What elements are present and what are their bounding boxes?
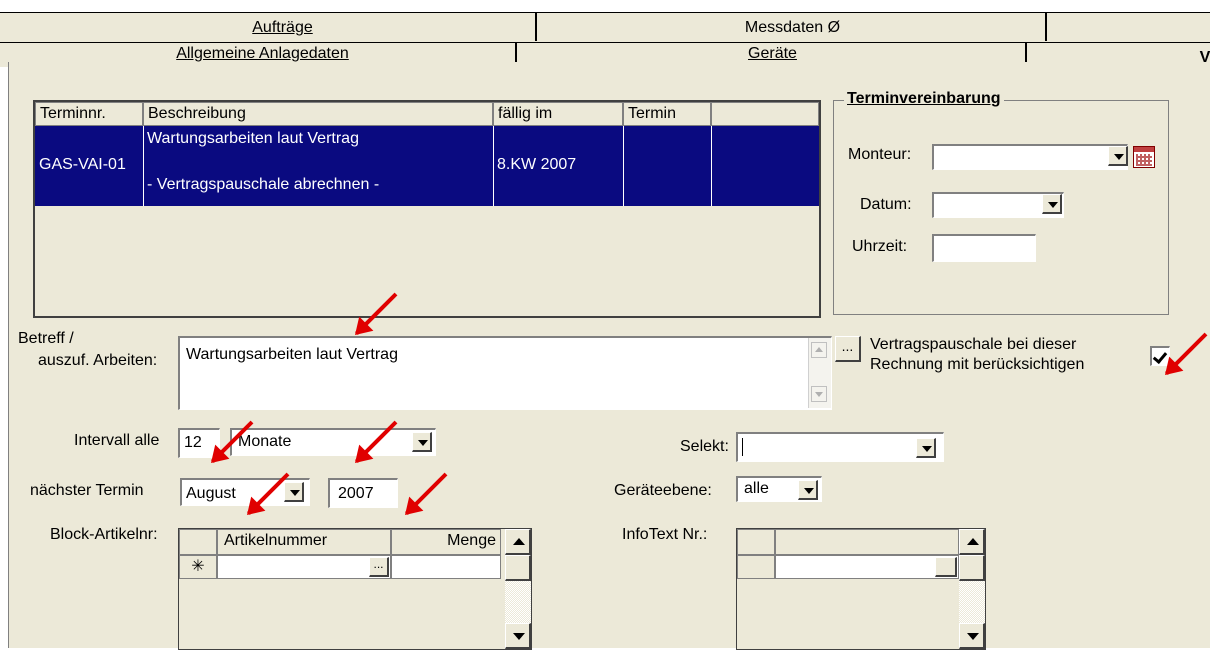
- artikelnummer-cell[interactable]: ...: [217, 555, 391, 579]
- vertragspauschale-label-line2: Rechnung mit berücksichtigen: [870, 356, 1085, 373]
- betreff-label-line1: Betreff /: [18, 330, 74, 347]
- scroll-up-icon[interactable]: [505, 529, 531, 555]
- betreff-textarea[interactable]: Wartungsarbeiten laut Vertrag: [178, 336, 832, 410]
- scroll-thumb[interactable]: [959, 555, 985, 581]
- naechster-termin-year-input[interactable]: 2007: [328, 478, 398, 508]
- intervall-unit-select[interactable]: Monate: [230, 428, 436, 456]
- cell-terminnr: GAS-VAI-01: [39, 156, 126, 173]
- tab-divider: [535, 13, 537, 41]
- uhrzeit-label: Uhrzeit:: [852, 238, 908, 255]
- tab-messdaten[interactable]: Messdaten Ø: [540, 15, 1045, 41]
- tab-strip-top: Aufträge Messdaten Ø: [0, 12, 1210, 43]
- selekt-label: Selekt:: [680, 438, 729, 455]
- col-faellig[interactable]: fällig im: [493, 102, 623, 126]
- scroll-thumb[interactable]: [505, 555, 531, 581]
- datum-dropdown-button[interactable]: [1042, 194, 1062, 214]
- geraeteebene-value: alle: [744, 480, 769, 497]
- terminvereinbarung-title: Terminvereinbarung: [844, 90, 1004, 108]
- tab-label: Messdaten Ø: [744, 19, 841, 36]
- selekt-dropdown-button[interactable]: [916, 438, 936, 458]
- intervall-value: 12: [184, 434, 202, 451]
- tab-label: Allgemeine Anlagedaten: [176, 45, 349, 62]
- artikel-ellipsis-button[interactable]: ...: [369, 557, 389, 577]
- scroll-down-icon[interactable]: [959, 623, 985, 649]
- betreff-ellipsis-button[interactable]: ...: [835, 336, 861, 362]
- geraeteebene-dropdown-button[interactable]: [798, 480, 818, 500]
- cell-divider: [623, 126, 624, 206]
- month-dropdown-button[interactable]: [284, 482, 304, 502]
- col-menge[interactable]: Menge: [391, 529, 501, 555]
- block-artikel-grid[interactable]: Artikelnummer Menge ✳ ...: [178, 528, 532, 650]
- vertragspauschale-label-line1: Vertragspauschale bei dieser: [870, 336, 1077, 353]
- new-row-marker-icon: ✳: [179, 555, 217, 579]
- cell-beschreibung-line1: Wartungsarbeiten laut Vertrag: [147, 130, 359, 147]
- infotext-cell[interactable]: [775, 555, 959, 579]
- selekt-select[interactable]: [736, 432, 944, 462]
- col-blank: [711, 102, 819, 126]
- col-termin[interactable]: Termin: [623, 102, 711, 126]
- intervall-unit-value: Monate: [238, 433, 292, 450]
- betreff-scrollbar[interactable]: [808, 338, 831, 408]
- scroll-down-icon[interactable]: [505, 623, 531, 649]
- betreff-label-line2: auszuf. Arbeiten:: [38, 352, 158, 369]
- table-row[interactable]: GAS-VAI-01 Wartungsarbeiten laut Vertrag…: [35, 126, 819, 206]
- tab-label: Geräte: [748, 45, 797, 62]
- datum-label: Datum:: [860, 196, 912, 213]
- block-artikel-scrollbar[interactable]: [505, 529, 531, 649]
- uhrzeit-input[interactable]: [932, 234, 1036, 262]
- naechster-termin-label: nächster Termin: [30, 482, 144, 499]
- betreff-value: Wartungsarbeiten laut Vertrag: [186, 346, 398, 363]
- monteur-label: Monteur:: [848, 146, 912, 163]
- grid-corner: [737, 529, 775, 555]
- infotext-scrollbar[interactable]: [959, 529, 985, 649]
- infotext-label: InfoText Nr.:: [622, 526, 708, 543]
- infotext-header: [775, 529, 959, 555]
- block-artikel-label: Block-Artikelnr:: [50, 526, 158, 543]
- year-value: 2007: [338, 485, 374, 502]
- grid-corner: [179, 529, 217, 555]
- col-terminnr[interactable]: Terminnr.: [35, 102, 143, 126]
- cell-faellig: 8.KW 2007: [497, 156, 577, 173]
- scroll-up-icon[interactable]: [959, 529, 985, 555]
- tab-divider: [1045, 13, 1047, 41]
- menge-cell[interactable]: [391, 555, 501, 579]
- scroll-down-icon[interactable]: [811, 386, 827, 402]
- tab-label: Aufträge: [252, 19, 313, 36]
- intervall-unit-dropdown-button[interactable]: [412, 432, 432, 452]
- intervall-label: Intervall alle: [74, 432, 160, 449]
- cell-beschreibung-line2: - Vertragspauschale abrechnen -: [147, 176, 380, 193]
- monteur-dropdown-button[interactable]: [1108, 146, 1128, 166]
- col-artikelnummer[interactable]: Artikelnummer: [217, 529, 391, 555]
- cell-divider: [143, 126, 144, 206]
- termin-table[interactable]: Terminnr. Beschreibung fällig im Termin …: [33, 100, 821, 318]
- cell-divider: [711, 126, 712, 206]
- scroll-up-icon[interactable]: [811, 342, 827, 358]
- calendar-icon[interactable]: [1133, 146, 1155, 168]
- cell-divider: [493, 126, 494, 206]
- infotext-cell-button[interactable]: [935, 557, 957, 577]
- selekt-value: [742, 438, 743, 456]
- monteur-select[interactable]: [932, 144, 1128, 170]
- tab-auftraege[interactable]: Aufträge: [30, 15, 535, 41]
- col-beschreibung[interactable]: Beschreibung: [143, 102, 493, 126]
- month-value: August: [186, 485, 236, 502]
- infotext-grid[interactable]: [736, 528, 986, 650]
- row-selector: [737, 555, 775, 579]
- geraeteebene-label: Geräteebene:: [614, 482, 712, 499]
